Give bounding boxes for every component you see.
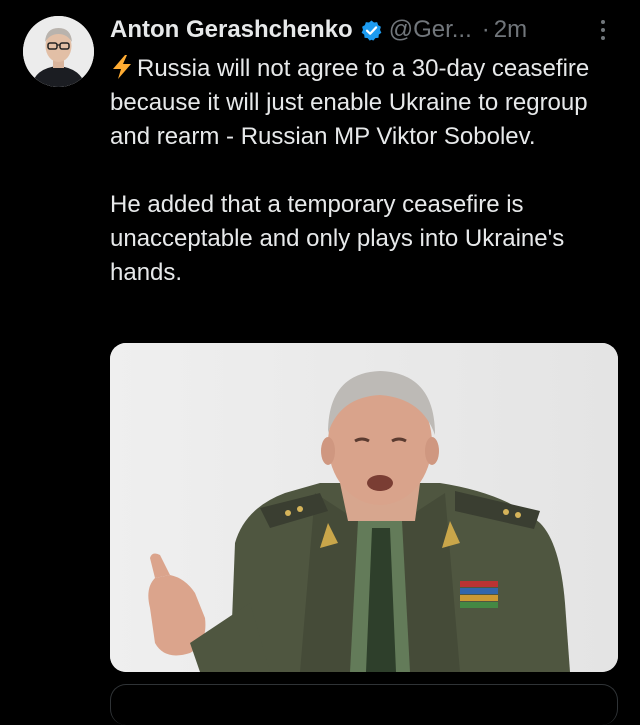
high-voltage-icon bbox=[110, 54, 134, 80]
avatar[interactable] bbox=[23, 16, 94, 87]
separator-dot: · bbox=[481, 16, 490, 43]
tweet-paragraph-2: He added that a temporary ceasefire is u… bbox=[110, 191, 565, 286]
more-options-icon[interactable] bbox=[596, 20, 610, 46]
author-handle[interactable]: @Ger... bbox=[389, 16, 472, 44]
tweet[interactable]: Anton Gerashchenko @Ger... · 2m Russia w… bbox=[0, 0, 640, 725]
tweet-paragraph-1: Russia will not agree to a 30-day ceasef… bbox=[110, 52, 630, 154]
verified-badge-icon bbox=[360, 19, 383, 42]
tweet-text: Russia will not agree to a 30-day ceasef… bbox=[110, 52, 630, 290]
timestamp[interactable]: 2m bbox=[494, 16, 527, 44]
man-in-military-uniform-photo[interactable] bbox=[110, 343, 618, 672]
quote-card[interactable] bbox=[110, 684, 618, 725]
tweet-paragraph-1-text: Russia will not agree to a 30-day ceasef… bbox=[110, 55, 590, 150]
author-name[interactable]: Anton Gerashchenko bbox=[110, 16, 353, 44]
tweet-header: Anton Gerashchenko @Ger... · 2m bbox=[110, 12, 620, 48]
